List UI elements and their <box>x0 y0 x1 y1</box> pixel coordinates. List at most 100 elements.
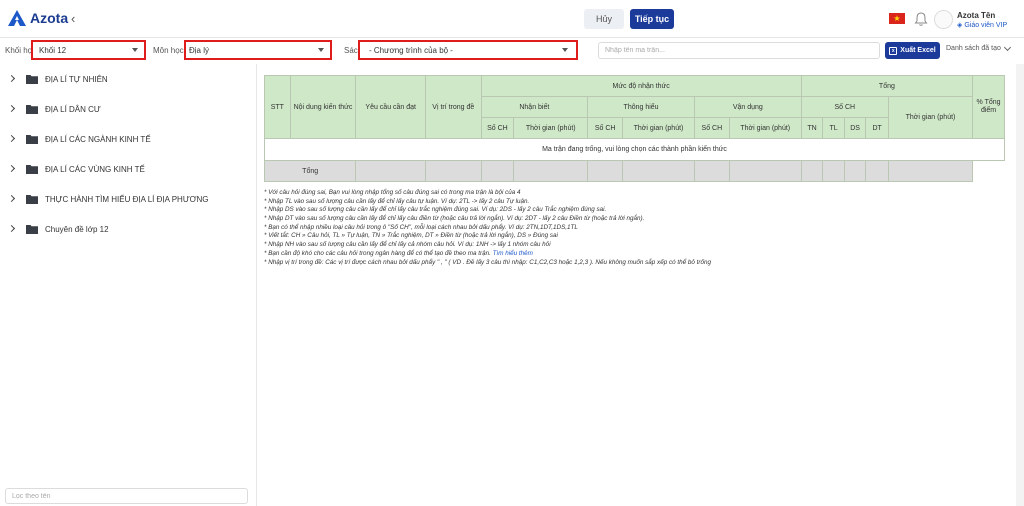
instruction-notes: * Với câu hỏi đúng sai, Bạn vui lòng nhậ… <box>264 189 1004 267</box>
filter-row: Khối học Khối 12 Môn học Địa lý Sách - C… <box>0 38 1024 64</box>
header-count: Số CH <box>480 117 515 139</box>
avatar[interactable] <box>934 10 953 29</box>
subject-label: Môn học <box>153 46 184 55</box>
header-time: Thời gian (phút) <box>513 117 589 139</box>
header-requirement: Yêu cầu cần đạt <box>355 75 427 139</box>
caret-down-icon <box>562 48 568 52</box>
excel-icon: x <box>889 46 898 55</box>
azota-logo[interactable]: Azota <box>8 10 68 26</box>
tree-item[interactable]: ĐỊA LÍ CÁC NGÀNH KINH TẾ <box>0 130 256 150</box>
note-link-prefix: * Bạn cần độ khó cho các câu hỏi trong n… <box>264 249 491 257</box>
total-cell <box>843 160 867 182</box>
user-name[interactable]: Azota Tên <box>957 11 995 20</box>
exam-matrix-table: STT Nội dung kiến thức Yêu cầu cần đạt V… <box>263 75 1005 182</box>
note-line: * Nhập vị trí trong đề: Các vị trí được … <box>264 258 711 266</box>
header-count: Số CH <box>587 117 624 139</box>
tree-item-label: ĐỊA LÍ DÂN CƯ <box>45 105 101 114</box>
tree-item[interactable]: ĐỊA LÍ DÂN CƯ <box>0 100 256 120</box>
tree-item-label: THỰC HÀNH TÌM HIỂU ĐỊA LÍ ĐỊA PHƯƠNG <box>45 195 209 204</box>
tree-item-label: ĐỊA LÍ CÁC NGÀNH KINH TẾ <box>45 135 151 144</box>
cancel-button[interactable]: Hủy <box>584 9 624 29</box>
tree-item-label: ĐỊA LÍ TỰ NHIÊN <box>45 75 108 84</box>
note-line: * Nhập DT vào sau số lượng câu cần lấy đ… <box>264 215 645 223</box>
next-button[interactable]: Tiếp tục <box>630 9 674 29</box>
knowledge-tree-sidebar: ĐỊA LÍ TỰ NHIÊN ĐỊA LÍ DÂN CƯ ĐỊA LÍ CÁC… <box>0 64 257 506</box>
book-select[interactable]: - Chương trình của bộ - <box>358 40 578 60</box>
learn-more-link[interactable]: Tìm hiểu thêm <box>493 250 533 257</box>
header-stt: STT <box>264 75 291 139</box>
header-percent-score: % Tổng điểm <box>972 75 1005 139</box>
logo-text: Azota <box>30 10 69 26</box>
header-tn: TN <box>800 117 824 139</box>
note-line: * Viết tắt: CH » Câu hỏi, TL » Tự luận, … <box>264 232 558 240</box>
subject-select-value: Địa lý <box>189 46 210 55</box>
bell-icon[interactable] <box>914 11 928 27</box>
total-cell <box>587 160 624 182</box>
header-recognize: Nhận biết <box>480 96 589 118</box>
folder-icon <box>26 135 38 144</box>
subject-select[interactable]: Địa lý <box>184 40 332 60</box>
export-excel-label: Xuất Excel <box>900 47 936 54</box>
vietnam-flag-icon[interactable]: ★ <box>889 13 905 24</box>
user-role-badge: ◈ Giáo viên VIP <box>957 22 1008 29</box>
note-line: * Nhập DS vào sau số lượng câu cần lấy đ… <box>264 206 607 214</box>
header-time: Thời gian (phút) <box>622 117 695 139</box>
folder-icon <box>26 165 38 174</box>
header-dt: DT <box>865 117 889 139</box>
sidebar-filter-input[interactable] <box>5 488 248 504</box>
chevron-right-icon[interactable] <box>7 224 16 233</box>
caret-down-icon <box>132 48 138 52</box>
export-excel-button[interactable]: x Xuất Excel <box>885 42 940 59</box>
header-total-time: Thời gian (phút) <box>887 96 974 139</box>
page-scrollbar[interactable] <box>1016 64 1024 506</box>
total-row-label: Tổng <box>263 160 357 182</box>
tree-item-label: Chuyên đề lớp 12 <box>45 225 109 234</box>
header-total: Tổng <box>800 75 974 97</box>
note-line: * Nhập NH vào sau số lượng câu cần lấy đ… <box>264 241 551 249</box>
app-root: Azota ‹ Hủy Tiếp tục ★ Azota Tên ◈ Giáo … <box>0 0 1024 506</box>
created-list-label: Danh sách đã tạo <box>946 45 1001 52</box>
total-cell <box>800 160 824 182</box>
folder-icon <box>26 75 38 84</box>
chevron-down-icon <box>1003 43 1011 52</box>
total-cell <box>513 160 589 182</box>
chevron-right-icon[interactable] <box>7 194 16 203</box>
tree-item[interactable]: Chuyên đề lớp 12 <box>0 220 256 240</box>
header-apply: Vận dụng <box>693 96 802 118</box>
total-cell <box>887 160 974 182</box>
chevron-right-icon[interactable] <box>7 164 16 173</box>
note-line: * Với câu hỏi đúng sai, Bạn vui lòng nhậ… <box>264 189 521 196</box>
total-cell <box>355 160 427 182</box>
tree-item[interactable]: ĐỊA LÍ CÁC VÙNG KINH TẾ <box>0 160 256 180</box>
tree-item[interactable]: ĐỊA LÍ TỰ NHIÊN <box>0 70 256 90</box>
note-line-with-link: * Bạn cần độ khó cho các câu hỏi trong n… <box>264 250 1004 259</box>
back-chevron-icon[interactable]: ‹ <box>71 11 75 26</box>
matrix-name-input[interactable] <box>598 42 880 59</box>
total-cell <box>622 160 695 182</box>
caret-down-icon <box>318 48 324 52</box>
top-bar: Azota ‹ Hủy Tiếp tục ★ Azota Tên ◈ Giáo … <box>0 0 1024 38</box>
header-time: Thời gian (phút) <box>728 117 802 139</box>
chevron-right-icon[interactable] <box>7 104 16 113</box>
header-understand: Thông hiểu <box>587 96 695 118</box>
header-total-count: Số CH <box>800 96 889 118</box>
header-cognitive-level: Mức độ nhận thức <box>480 75 802 97</box>
grade-select-value: Khối 12 <box>39 46 67 55</box>
folder-icon <box>26 225 38 234</box>
total-cell <box>865 160 889 182</box>
header-tl: TL <box>822 117 845 139</box>
grade-select[interactable]: Khối 12 <box>31 40 146 60</box>
book-select-value: - Chương trình của bộ - <box>369 46 453 55</box>
chevron-right-icon[interactable] <box>7 74 16 83</box>
tree-item[interactable]: THỰC HÀNH TÌM HIỂU ĐỊA LÍ ĐỊA PHƯƠNG <box>0 190 256 210</box>
created-list-dropdown[interactable]: Danh sách đã tạo <box>946 43 1011 52</box>
header-ds: DS <box>843 117 867 139</box>
header-content: Nội dung kiến thức <box>289 75 357 139</box>
tree-item-label: ĐỊA LÍ CÁC VÙNG KINH TẾ <box>45 165 145 174</box>
total-cell <box>480 160 515 182</box>
total-row: Tổng <box>263 160 1005 182</box>
azota-logo-icon <box>8 10 26 26</box>
folder-icon <box>26 195 38 204</box>
chevron-right-icon[interactable] <box>7 134 16 143</box>
empty-matrix-message: Ma trận đang trống, vui lòng chọn các th… <box>264 138 1005 161</box>
